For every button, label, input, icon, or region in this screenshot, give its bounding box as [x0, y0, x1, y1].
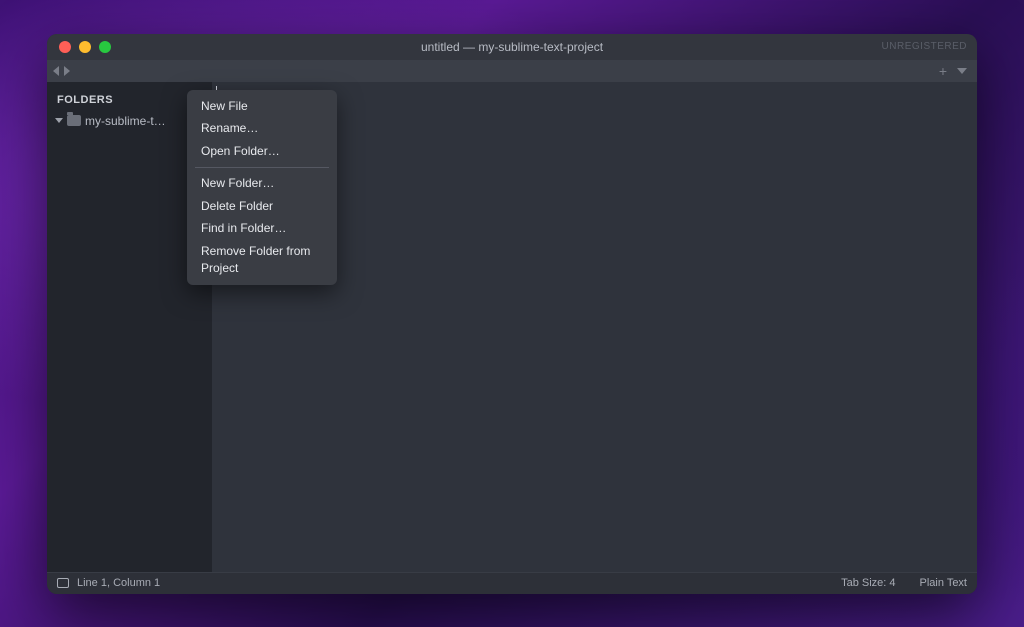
folder-label: my-sublime-t… [85, 114, 166, 128]
app-window: untitled — my-sublime-text-project UNREG… [47, 34, 977, 594]
menu-item-new-file[interactable]: New File [187, 95, 337, 118]
tab-nav [47, 66, 70, 76]
menu-item-new-folder[interactable]: New Folder… [187, 172, 337, 195]
traffic-lights [47, 41, 111, 53]
panel-switcher-icon[interactable] [57, 578, 69, 588]
maximize-button[interactable] [99, 41, 111, 53]
tab-back-icon[interactable] [53, 66, 59, 76]
tab-bar: + [47, 60, 977, 82]
tab-forward-icon[interactable] [64, 66, 70, 76]
minimize-button[interactable] [79, 41, 91, 53]
menu-item-rename[interactable]: Rename… [187, 117, 337, 140]
cursor-position[interactable]: Line 1, Column 1 [77, 577, 160, 589]
unregistered-label: UNREGISTERED [882, 41, 967, 52]
close-button[interactable] [59, 41, 71, 53]
window-title: untitled — my-sublime-text-project [47, 40, 977, 54]
status-bar: Line 1, Column 1 Tab Size: 4 Plain Text [47, 572, 977, 594]
menu-item-open-folder[interactable]: Open Folder… [187, 140, 337, 163]
menu-separator [195, 167, 329, 168]
titlebar[interactable]: untitled — my-sublime-text-project UNREG… [47, 34, 977, 60]
menu-item-remove-from-project[interactable]: Remove Folder from Project [187, 240, 337, 280]
disclosure-triangle-icon[interactable] [55, 118, 63, 123]
folder-icon [67, 115, 81, 126]
tab-dropdown-icon[interactable] [957, 68, 967, 74]
new-tab-icon[interactable]: + [939, 64, 947, 78]
syntax-label[interactable]: Plain Text [920, 577, 968, 589]
context-menu: New File Rename… Open Folder… New Folder… [187, 90, 337, 285]
tab-size[interactable]: Tab Size: 4 [841, 577, 895, 589]
menu-item-delete-folder[interactable]: Delete Folder [187, 195, 337, 218]
menu-item-find-in-folder[interactable]: Find in Folder… [187, 217, 337, 240]
